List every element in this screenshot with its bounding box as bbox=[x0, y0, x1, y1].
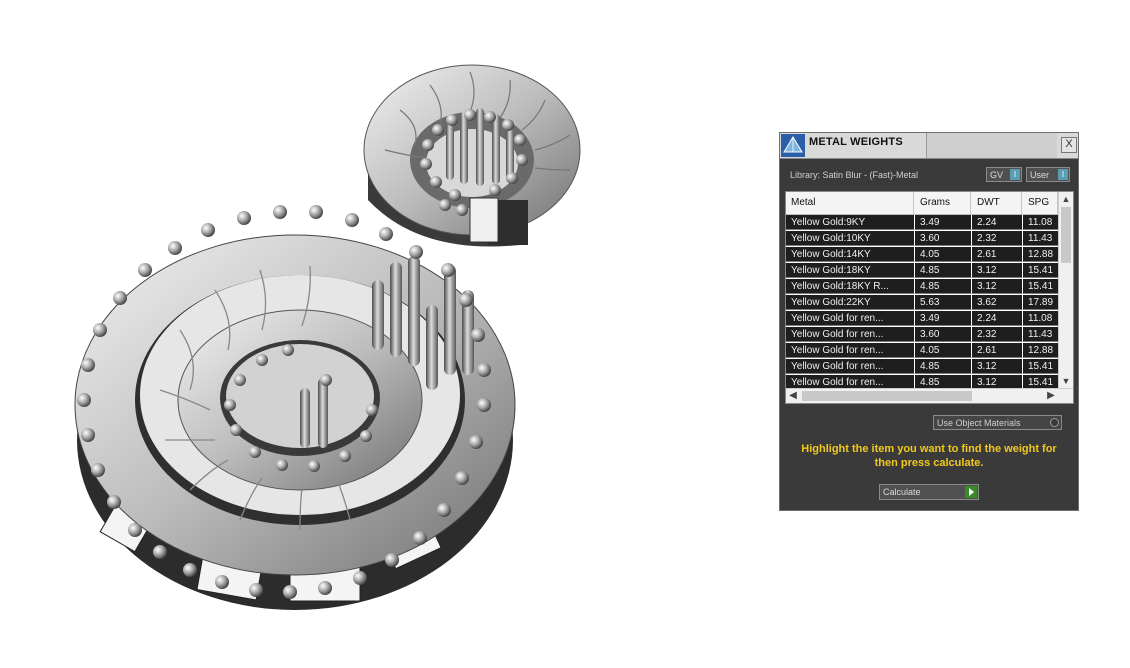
large-ring bbox=[74, 205, 516, 610]
table-row[interactable]: Yellow Gold for ren... 4.05 2.61 12.88 bbox=[786, 343, 1058, 359]
table-row[interactable]: Yellow Gold:22KY 5.63 3.62 17.89 bbox=[786, 295, 1058, 311]
spg-cell: 12.88 bbox=[1023, 247, 1058, 262]
grams-cell: 3.60 bbox=[915, 231, 971, 246]
table-row[interactable]: Yellow Gold:14KY 4.05 2.61 12.88 bbox=[786, 247, 1058, 263]
dwt-cell: 2.24 bbox=[972, 215, 1022, 230]
horizontal-scrollbar[interactable]: ◀ ▶ bbox=[786, 388, 1073, 403]
library-label: Library: Satin Blur - (Fast)-Metal bbox=[790, 170, 919, 180]
grams-cell: 4.85 bbox=[915, 359, 971, 374]
grams-cell: 4.85 bbox=[915, 263, 971, 278]
spg-cell: 15.41 bbox=[1023, 263, 1058, 278]
metal-cell: Yellow Gold:18KY bbox=[786, 263, 914, 278]
metal-cell: Yellow Gold:10KY bbox=[786, 231, 914, 246]
panel-title: METAL WEIGHTS bbox=[809, 136, 903, 148]
vertical-scrollbar[interactable]: ▲ ▼ bbox=[1058, 192, 1073, 388]
table-row[interactable]: Yellow Gold for ren... 3.49 2.24 11.08 bbox=[786, 311, 1058, 327]
spg-cell: 11.43 bbox=[1023, 327, 1058, 342]
user-toggle-label: User bbox=[1030, 170, 1050, 180]
user-toggle-indicator: I bbox=[1058, 169, 1068, 180]
small-ring bbox=[363, 64, 581, 247]
dwt-cell: 2.32 bbox=[972, 327, 1022, 342]
table-header: Metal Grams DWT SPG bbox=[786, 192, 1058, 215]
table-row[interactable]: Yellow Gold for ren... 3.60 2.32 11.43 bbox=[786, 327, 1058, 343]
table-row[interactable]: Yellow Gold for ren... 4.85 3.12 15.41 bbox=[786, 359, 1058, 375]
table-row[interactable]: Yellow Gold:10KY 3.60 2.32 11.43 bbox=[786, 231, 1058, 247]
dwt-cell: 3.12 bbox=[972, 359, 1022, 374]
spg-cell: 15.41 bbox=[1023, 359, 1058, 374]
grams-cell: 3.49 bbox=[915, 215, 971, 230]
table-row[interactable]: Yellow Gold:18KY R... 4.85 3.12 15.41 bbox=[786, 279, 1058, 295]
metal-cell: Yellow Gold:14KY bbox=[786, 247, 914, 262]
column-header-metal[interactable]: Metal bbox=[786, 192, 914, 214]
pyramid-scale-icon bbox=[781, 134, 805, 157]
table-row[interactable]: Yellow Gold:9KY 3.49 2.24 11.08 bbox=[786, 215, 1058, 231]
radio-icon[interactable] bbox=[1050, 418, 1059, 427]
calculate-button[interactable]: Calculate bbox=[879, 484, 979, 500]
metal-cell: Yellow Gold:22KY bbox=[786, 295, 914, 310]
dwt-cell: 2.24 bbox=[972, 311, 1022, 326]
column-header-grams[interactable]: Grams bbox=[915, 192, 971, 214]
metal-cell: Yellow Gold:18KY R... bbox=[786, 279, 914, 294]
spg-cell: 15.41 bbox=[1023, 279, 1058, 294]
titlebar-tab bbox=[926, 133, 1057, 158]
metal-cell: Yellow Gold for ren... bbox=[786, 343, 914, 358]
spg-cell: 11.08 bbox=[1023, 311, 1058, 326]
close-button[interactable]: X bbox=[1061, 137, 1077, 153]
column-header-dwt[interactable]: DWT bbox=[972, 192, 1022, 214]
dwt-cell: 2.61 bbox=[972, 247, 1022, 262]
horizontal-scroll-thumb[interactable] bbox=[802, 391, 972, 401]
play-arrow-icon bbox=[965, 486, 977, 498]
gv-toggle-label: GV bbox=[990, 170, 1004, 180]
column-header-spg[interactable]: SPG bbox=[1023, 192, 1058, 214]
grams-cell: 5.63 bbox=[915, 295, 971, 310]
scroll-right-icon[interactable]: ▶ bbox=[1044, 389, 1058, 403]
spg-cell: 11.08 bbox=[1023, 215, 1058, 230]
metal-cell: Yellow Gold:9KY bbox=[786, 215, 914, 230]
scroll-up-icon[interactable]: ▲ bbox=[1059, 192, 1073, 206]
spg-cell: 12.88 bbox=[1023, 343, 1058, 358]
user-toggle[interactable]: User I bbox=[1026, 167, 1070, 182]
scroll-down-icon[interactable]: ▼ bbox=[1059, 374, 1073, 388]
dwt-cell: 3.62 bbox=[972, 295, 1022, 310]
3d-viewport[interactable] bbox=[0, 0, 760, 663]
spg-cell: 17.89 bbox=[1023, 295, 1058, 310]
grams-cell: 4.85 bbox=[915, 279, 971, 294]
gv-toggle[interactable]: GV I bbox=[986, 167, 1022, 182]
grams-cell: 3.49 bbox=[915, 311, 971, 326]
grams-cell: 4.05 bbox=[915, 247, 971, 262]
table-body: Yellow Gold:9KY 3.49 2.24 11.08 Yellow Gold… bbox=[786, 215, 1058, 391]
table-row[interactable]: Yellow Gold:18KY 4.85 3.12 15.41 bbox=[786, 263, 1058, 279]
pendant-model[interactable] bbox=[0, 0, 760, 663]
use-object-materials-label: Use Object Materials bbox=[937, 418, 1021, 428]
scroll-left-icon[interactable]: ◀ bbox=[786, 389, 800, 403]
calculate-label: Calculate bbox=[883, 487, 921, 497]
instructions-text: Highlight the item you want to find the … bbox=[801, 443, 1057, 469]
grams-cell: 3.60 bbox=[915, 327, 971, 342]
panel-titlebar[interactable]: METAL WEIGHTS X bbox=[780, 133, 1078, 159]
dwt-cell: 3.12 bbox=[972, 279, 1022, 294]
gv-toggle-indicator: I bbox=[1010, 169, 1020, 180]
grams-cell: 4.05 bbox=[915, 343, 971, 358]
spg-cell: 11.43 bbox=[1023, 231, 1058, 246]
vertical-scroll-thumb[interactable] bbox=[1061, 207, 1071, 263]
metal-cell: Yellow Gold for ren... bbox=[786, 327, 914, 342]
metal-cell: Yellow Gold for ren... bbox=[786, 359, 914, 374]
use-object-materials-toggle[interactable]: Use Object Materials bbox=[933, 415, 1062, 430]
dwt-cell: 3.12 bbox=[972, 263, 1022, 278]
metal-weights-table[interactable]: Metal Grams DWT SPG Yellow Gold:9KY 3.49 2… bbox=[785, 191, 1074, 404]
dwt-cell: 2.32 bbox=[972, 231, 1022, 246]
dwt-cell: 2.61 bbox=[972, 343, 1022, 358]
metal-weights-panel: METAL WEIGHTS X Library: Satin Blur - (F… bbox=[779, 132, 1079, 511]
metal-cell: Yellow Gold for ren... bbox=[786, 311, 914, 326]
